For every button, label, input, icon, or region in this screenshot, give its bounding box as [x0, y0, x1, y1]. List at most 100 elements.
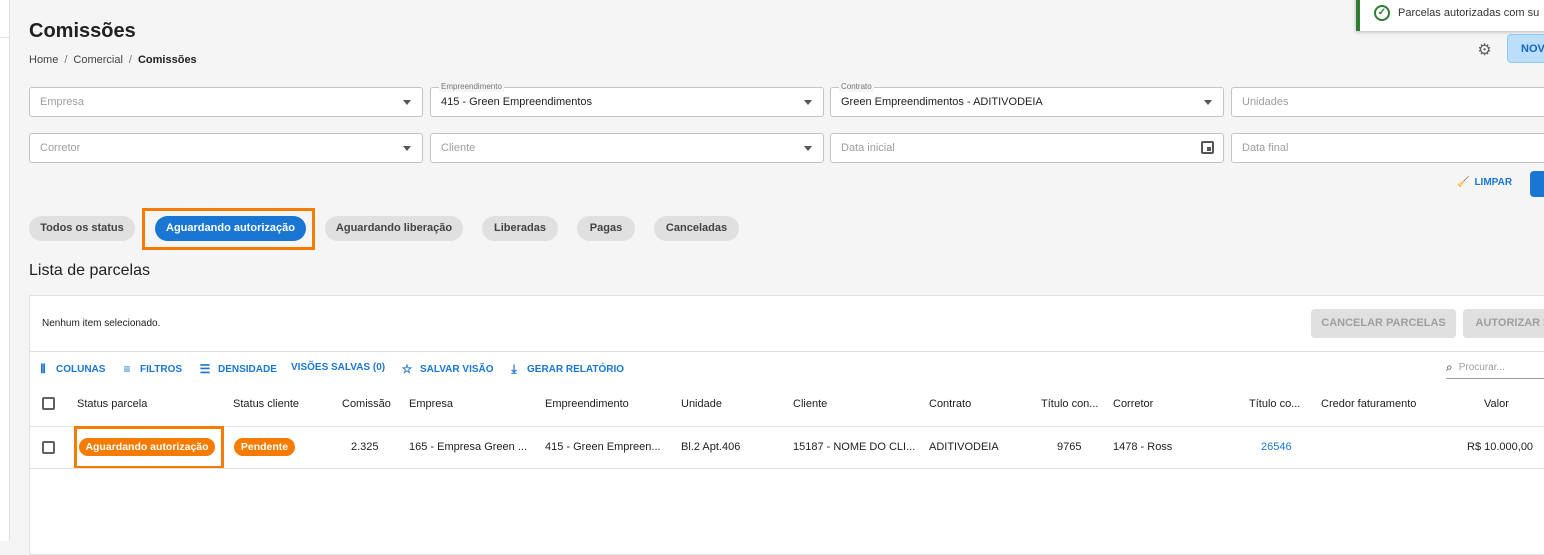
chevron-down-icon — [403, 100, 411, 105]
chevron-down-icon — [804, 100, 812, 105]
cell-comissao: 2.325 — [351, 441, 379, 453]
authorize-button[interactable]: AUTORIZAR P — [1463, 309, 1544, 338]
cliente-placeholder: Cliente — [441, 142, 476, 154]
column-header-status-cliente[interactable]: Status cliente — [233, 398, 299, 410]
divider — [30, 426, 1544, 427]
page-title: Comissões — [29, 20, 136, 42]
contrato-value: Green Empreendimentos - ADITIVODEIA — [841, 96, 1043, 108]
check-circle-icon: ✓ — [1374, 4, 1390, 21]
columns-icon: ⦀ — [40, 362, 46, 376]
left-sidebar — [0, 0, 10, 541]
star-icon: ☆ — [401, 362, 413, 376]
data-inicial-field[interactable]: Data inicial — [830, 133, 1224, 163]
cell-unidade: Bl.2 Apt.406 — [681, 441, 741, 453]
corretor-select[interactable]: Corretor — [29, 133, 423, 163]
filters-button[interactable]: ≡ FILTROS — [120, 362, 182, 376]
cell-titulo-co-link[interactable]: 26546 — [1261, 441, 1292, 453]
column-header-titulo-con[interactable]: Título con... — [1041, 398, 1098, 410]
chevron-down-icon — [1204, 100, 1212, 105]
column-header-contrato[interactable]: Contrato — [929, 398, 971, 410]
calendar-icon[interactable] — [1201, 141, 1214, 154]
download-icon: ⤓ — [511, 362, 517, 376]
contrato-select[interactable]: Contrato Green Empreendimentos - ADITIVO… — [830, 82, 1224, 117]
list-title: Lista de parcelas — [29, 262, 150, 279]
select-all-checkbox[interactable] — [42, 397, 55, 410]
column-header-comissao[interactable]: Comissão — [342, 398, 391, 410]
unidades-select[interactable]: Unidades — [1231, 87, 1544, 117]
cliente-select[interactable]: Cliente — [430, 133, 824, 163]
selection-status: Nenhum item selecionado. — [42, 318, 161, 329]
breadcrumb-current: Comissões — [137, 54, 197, 66]
clear-filters-label: LIMPAR — [1474, 177, 1513, 188]
column-header-credor-faturamento[interactable]: Credor faturamento — [1321, 398, 1416, 410]
tab-aguardando-liberacao[interactable]: Aguardando liberação — [325, 216, 463, 241]
table-search[interactable]: ⌕ Procurar... — [1446, 360, 1505, 375]
saved-views-label: VISÕES SALVAS (0) — [291, 362, 386, 373]
cell-contrato: ADITIVODEIA — [929, 441, 999, 453]
empreendimento-value: 415 - Green Empreendimentos — [441, 96, 593, 108]
tab-todos-os-status[interactable]: Todos os status — [29, 216, 135, 241]
column-header-titulo-co[interactable]: Título co... — [1249, 398, 1300, 410]
cell-corretor: 1478 - Ross — [1113, 441, 1173, 453]
cell-cliente: 15187 - NOME DO CLI... — [793, 441, 916, 453]
column-header-empresa[interactable]: Empresa — [409, 398, 453, 410]
breadcrumb-separator: / — [128, 54, 132, 66]
breadcrumb-home[interactable]: Home — [29, 54, 58, 66]
column-header-status-parcela[interactable]: Status parcela — [77, 398, 147, 410]
cancel-parcels-button[interactable]: CANCELAR PARCELAS — [1311, 309, 1456, 338]
filters-label: FILTROS — [140, 363, 183, 375]
gear-icon[interactable]: ⚙ — [1476, 42, 1493, 59]
filter-icon: ≡ — [123, 362, 131, 376]
report-label: GERAR RELATÓRIO — [527, 364, 625, 375]
empresa-select[interactable]: Empresa — [29, 87, 423, 117]
highlight-box — [142, 208, 315, 250]
chevron-down-icon — [403, 146, 411, 151]
search-placeholder: Procurar... — [1458, 362, 1505, 373]
broom-icon: 🧹 — [1457, 177, 1470, 188]
column-header-valor[interactable]: Valor — [1484, 398, 1509, 410]
data-final-field[interactable]: Data final — [1231, 133, 1544, 163]
column-header-empreendimento[interactable]: Empreendimento — [545, 398, 629, 410]
cell-empreendimento: 415 - Green Empreen... — [545, 441, 661, 453]
cell-empresa: 165 - Empresa Green ... — [409, 441, 527, 453]
success-toast: ✓ Parcelas autorizadas com su — [1356, 0, 1544, 31]
breadcrumb-separator: / — [64, 54, 68, 66]
highlight-box — [74, 426, 224, 469]
empreendimento-label: Empreendimento — [439, 82, 504, 92]
column-header-cliente[interactable]: Cliente — [793, 398, 827, 410]
empresa-placeholder: Empresa — [40, 96, 85, 108]
cell-valor: R$ 10.000,00 — [1467, 441, 1534, 453]
contrato-label: Contrato — [839, 82, 874, 92]
saved-views-button[interactable]: VISÕES SALVAS (0) — [291, 362, 385, 373]
density-button[interactable]: ☰ DENSIDADE — [198, 362, 277, 376]
column-header-corretor[interactable]: Corretor — [1113, 398, 1153, 410]
save-view-label: SALVAR VISÃO — [420, 363, 494, 375]
clear-filters-button[interactable]: 🧹 LIMPAR — [1457, 177, 1512, 188]
unidades-placeholder: Unidades — [1242, 96, 1289, 108]
divider — [30, 468, 1544, 469]
columns-button[interactable]: ⦀ COLUNAS — [36, 362, 105, 377]
tab-liberadas[interactable]: Liberadas — [482, 216, 558, 241]
breadcrumb: Home / Comercial / Comissões — [29, 54, 197, 66]
status-cliente-badge: Pendente — [234, 438, 295, 456]
chevron-down-icon — [804, 146, 812, 151]
density-label: DENSIDADE — [218, 363, 277, 375]
density-icon: ☰ — [199, 362, 211, 376]
columns-label: COLUNAS — [56, 364, 106, 375]
search-icon: ⌕ — [1446, 360, 1453, 374]
data-final-placeholder: Data final — [1242, 142, 1289, 154]
data-inicial-placeholder: Data inicial — [841, 142, 895, 154]
corretor-placeholder: Corretor — [40, 142, 81, 154]
report-button[interactable]: ⤓ GERAR RELATÓRIO — [507, 362, 624, 377]
breadcrumb-comercial[interactable]: Comercial — [73, 54, 123, 66]
cell-titulo-con: 9765 — [1057, 441, 1082, 453]
save-view-button[interactable]: ☆ SALVAR VISÃO — [400, 362, 494, 376]
search-button[interactable] — [1530, 171, 1544, 197]
column-header-unidade[interactable]: Unidade — [681, 398, 722, 410]
tab-pagas[interactable]: Pagas — [577, 216, 635, 241]
empreendimento-select[interactable]: Empreendimento 415 - Green Empreendiment… — [430, 82, 824, 117]
row-checkbox[interactable] — [42, 441, 55, 454]
new-button[interactable]: NOV — [1507, 34, 1544, 63]
tab-canceladas[interactable]: Canceladas — [654, 216, 739, 241]
search-underline — [1446, 378, 1544, 379]
